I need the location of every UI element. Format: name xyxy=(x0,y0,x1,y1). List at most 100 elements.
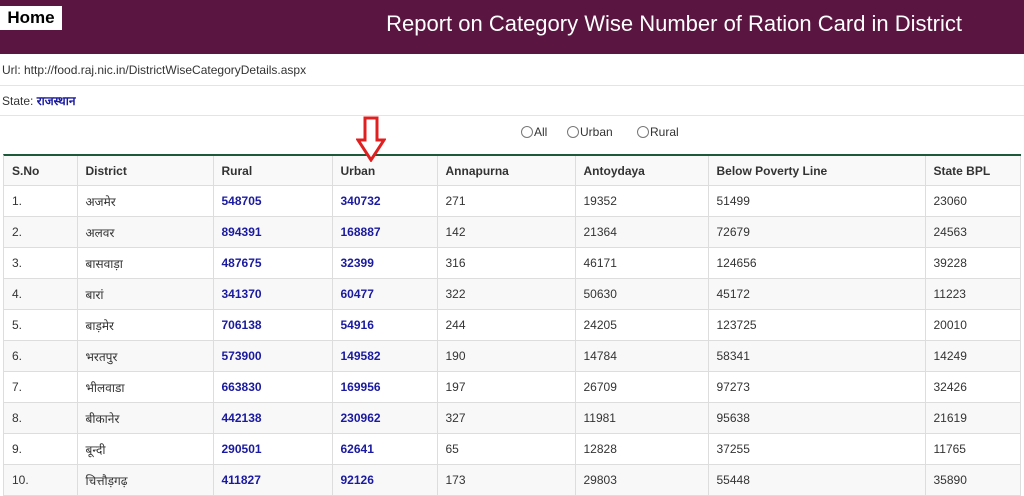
col-header-rural: Rural xyxy=(213,156,333,186)
cell-district: चित्तौड़गढ़ xyxy=(77,464,214,496)
cell-rural[interactable]: 487675 xyxy=(213,247,333,279)
cell-antoydaya: 50630 xyxy=(575,278,709,310)
radio-rural[interactable]: Rural xyxy=(637,125,679,139)
cell-sno: 6. xyxy=(4,340,78,372)
table-row: 8. बीकानेर 442138 230962 327 11981 95638 21619 xyxy=(4,402,1021,434)
cell-district: अजमेर xyxy=(77,185,214,217)
cell-antoydaya: 11981 xyxy=(575,402,709,434)
cell-annapurna: 197 xyxy=(437,371,576,403)
cell-rural[interactable]: 573900 xyxy=(213,340,333,372)
table-row: 2. अलवर 894391 168887 142 21364 72679 24563 xyxy=(4,216,1021,248)
radio-circle-icon[interactable] xyxy=(637,126,649,138)
cell-antoydaya: 24205 xyxy=(575,309,709,341)
col-header-district: District xyxy=(77,156,214,186)
col-header-sno: S.No xyxy=(4,156,78,186)
cell-state-bpl: 20010 xyxy=(925,309,1021,341)
cell-annapurna: 316 xyxy=(437,247,576,279)
cell-state-bpl: 32426 xyxy=(925,371,1021,403)
cell-sno: 5. xyxy=(4,309,78,341)
cell-sno: 8. xyxy=(4,402,78,434)
cell-district: बाड़मेर xyxy=(77,309,214,341)
cell-bpl: 97273 xyxy=(708,371,926,403)
cell-rural[interactable]: 411827 xyxy=(213,464,333,496)
cell-state-bpl: 11765 xyxy=(925,433,1021,465)
cell-antoydaya: 29803 xyxy=(575,464,709,496)
cell-state-bpl: 23060 xyxy=(925,185,1021,217)
cell-rural[interactable]: 290501 xyxy=(213,433,333,465)
cell-state-bpl: 21619 xyxy=(925,402,1021,434)
radio-circle-icon[interactable] xyxy=(567,126,579,138)
cell-district: बीकानेर xyxy=(77,402,214,434)
url-row: Url: http://food.raj.nic.in/DistrictWise… xyxy=(0,54,1024,86)
table-row: 3. बासवाड़ा 487675 32399 316 46171 124656 39228 xyxy=(4,247,1021,279)
cell-urban[interactable]: 149582 xyxy=(332,340,438,372)
cell-sno: 2. xyxy=(4,216,78,248)
cell-bpl: 37255 xyxy=(708,433,926,465)
cell-sno: 1. xyxy=(4,185,78,217)
cell-urban[interactable]: 168887 xyxy=(332,216,438,248)
cell-rural[interactable]: 663830 xyxy=(213,371,333,403)
cell-urban[interactable]: 169956 xyxy=(332,371,438,403)
report-table: S.No District Rural Urban Annapurna Anto… xyxy=(4,156,1021,496)
cell-antoydaya: 21364 xyxy=(575,216,709,248)
cell-annapurna: 142 xyxy=(437,216,576,248)
cell-bpl: 123725 xyxy=(708,309,926,341)
cell-rural[interactable]: 548705 xyxy=(213,185,333,217)
cell-state-bpl: 39228 xyxy=(925,247,1021,279)
cell-annapurna: 271 xyxy=(437,185,576,217)
cell-annapurna: 65 xyxy=(437,433,576,465)
cell-rural[interactable]: 894391 xyxy=(213,216,333,248)
table-row: 7. भीलवाडा 663830 169956 197 26709 97273 32426 xyxy=(4,371,1021,403)
cell-annapurna: 190 xyxy=(437,340,576,372)
table-row: 10. चित्तौड़गढ़ 411827 92126 173 29803 55448 35… xyxy=(4,464,1021,496)
state-value: राजस्थान xyxy=(36,94,76,108)
page-title: Report on Category Wise Number of Ration… xyxy=(386,11,962,36)
home-button[interactable]: Home xyxy=(0,6,62,30)
cell-antoydaya: 19352 xyxy=(575,185,709,217)
cell-sno: 10. xyxy=(4,464,78,496)
cell-antoydaya: 14784 xyxy=(575,340,709,372)
cell-urban[interactable]: 92126 xyxy=(332,464,438,496)
cell-urban[interactable]: 60477 xyxy=(332,278,438,310)
cell-bpl: 45172 xyxy=(708,278,926,310)
cell-urban[interactable]: 230962 xyxy=(332,402,438,434)
report-table-container: S.No District Rural Urban Annapurna Anto… xyxy=(3,154,1021,496)
table-row: 9. बून्दी 290501 62641 65 12828 37255 11765 xyxy=(4,433,1021,465)
cell-rural[interactable]: 706138 xyxy=(213,309,333,341)
cell-state-bpl: 35890 xyxy=(925,464,1021,496)
cell-urban[interactable]: 62641 xyxy=(332,433,438,465)
cell-urban[interactable]: 54916 xyxy=(332,309,438,341)
down-arrow-annotation-icon xyxy=(356,116,386,162)
cell-bpl: 72679 xyxy=(708,216,926,248)
state-row: State: राजस्थान xyxy=(0,86,1024,116)
cell-urban[interactable]: 340732 xyxy=(332,185,438,217)
table-body: 1. अजमेर 548705 340732 271 19352 51499 23060 2. अ… xyxy=(4,185,1021,496)
cell-rural[interactable]: 341370 xyxy=(213,278,333,310)
table-row: 1. अजमेर 548705 340732 271 19352 51499 23060 xyxy=(4,185,1021,217)
cell-sno: 3. xyxy=(4,247,78,279)
cell-district: बासवाड़ा xyxy=(77,247,214,279)
state-label: State: xyxy=(2,94,34,108)
cell-state-bpl: 11223 xyxy=(925,278,1021,310)
radio-all[interactable]: All xyxy=(521,125,547,139)
url-label: Url: http://food.raj.nic.in/DistrictWise… xyxy=(2,63,307,77)
radio-circle-icon[interactable] xyxy=(521,126,533,138)
cell-state-bpl: 14249 xyxy=(925,340,1021,372)
col-header-state-bpl: State BPL xyxy=(925,156,1021,186)
table-row: 4. बारां 341370 60477 322 50630 45172 11223 xyxy=(4,278,1021,310)
table-row: 5. बाड़मेर 706138 54916 244 24205 123725 20010 xyxy=(4,309,1021,341)
cell-bpl: 51499 xyxy=(708,185,926,217)
cell-bpl: 55448 xyxy=(708,464,926,496)
cell-annapurna: 327 xyxy=(437,402,576,434)
cell-bpl: 95638 xyxy=(708,402,926,434)
cell-rural[interactable]: 442138 xyxy=(213,402,333,434)
cell-antoydaya: 12828 xyxy=(575,433,709,465)
cell-annapurna: 322 xyxy=(437,278,576,310)
radio-urban[interactable]: Urban xyxy=(567,125,613,139)
cell-district: बून्दी xyxy=(77,433,214,465)
col-header-antoydaya: Antoydaya xyxy=(575,156,709,186)
cell-state-bpl: 24563 xyxy=(925,216,1021,248)
table-row: 6. भरतपुर 573900 149582 190 14784 58341 14249 xyxy=(4,340,1021,372)
cell-bpl: 124656 xyxy=(708,247,926,279)
cell-urban[interactable]: 32399 xyxy=(332,247,438,279)
